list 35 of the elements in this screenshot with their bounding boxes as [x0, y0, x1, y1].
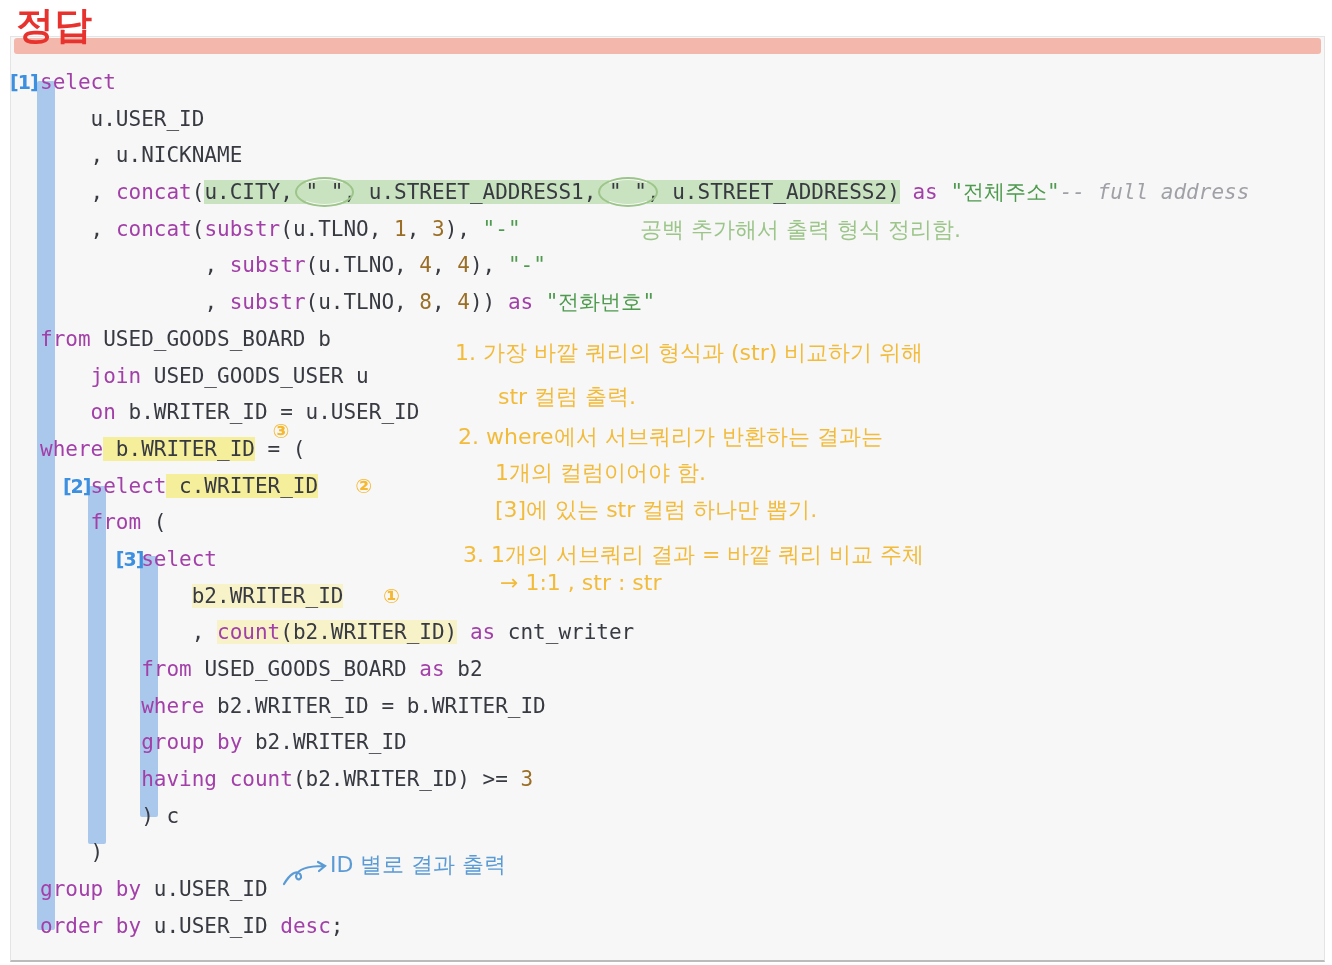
code-line: from USED_GOODS_BOARD as b2	[141, 657, 483, 681]
code-line: where b2.WRITER_ID = b.WRITER_ID	[141, 693, 546, 718]
code-line: group by u.USER_ID	[40, 877, 268, 902]
code-line: ) c	[141, 803, 180, 828]
code-line: having count(b2.WRITER_ID) >= 3	[141, 767, 534, 792]
code-line: select c.WRITER_ID	[90, 473, 319, 498]
bracket-label: [2]	[62, 473, 91, 499]
code-line: from (	[90, 510, 167, 535]
handwritten-note: 3. 1개의 서브쿼리 결과 = 바깥 쿼리 비교 주체	[463, 541, 925, 569]
code-line: , u.NICKNAME	[90, 143, 243, 168]
code-line: , concat(substr(u.TLNO, 1, 3), "-"	[90, 216, 521, 241]
code-line: , substr(u.TLNO, 4, 4), "-"	[204, 253, 546, 278]
code-line: , count(b2.WRITER_ID) as cnt_writer	[191, 620, 635, 645]
code-line: order by u.USER_ID desc;	[40, 913, 344, 938]
code-line: group by b2.WRITER_ID	[141, 730, 407, 755]
page-title: 정답	[16, 2, 92, 49]
curved-arrow-icon	[282, 860, 328, 886]
handwritten-note: [3]에 있는 str 컬럼 하나만 뽑기.	[495, 496, 818, 524]
circled-number: ②	[355, 475, 373, 496]
handwritten-note: 1개의 컬럼이어야 함.	[495, 459, 706, 487]
handwritten-note: → 1:1 , str : str	[500, 570, 662, 595]
code-line: )	[90, 840, 104, 865]
handwritten-note: 2. where에서 서브쿼리가 반환하는 결과는	[458, 423, 883, 451]
bracket-label: [3]	[115, 546, 144, 572]
code-line: , substr(u.TLNO, 8, 4)) as "전화번호"	[204, 290, 656, 315]
code-line: u.USER_ID	[90, 106, 205, 131]
code-line: from USED_GOODS_BOARD b	[40, 326, 331, 351]
handwritten-note: 1. 가장 바깥 쿼리의 형식과 (str) 비교하기 위해	[455, 339, 924, 367]
code-line: select	[40, 70, 116, 94]
circled-number: ①	[383, 585, 400, 606]
handwritten-note: str 컬럼 출력.	[498, 383, 637, 411]
handwritten-note: ID 별로 결과 출력	[330, 851, 507, 879]
bracket-label: [1]	[10, 70, 38, 95]
code-line: join USED_GOODS_USER u	[90, 363, 369, 388]
handwritten-note: 공백 추가해서 출력 형식 정리함.	[640, 216, 961, 244]
